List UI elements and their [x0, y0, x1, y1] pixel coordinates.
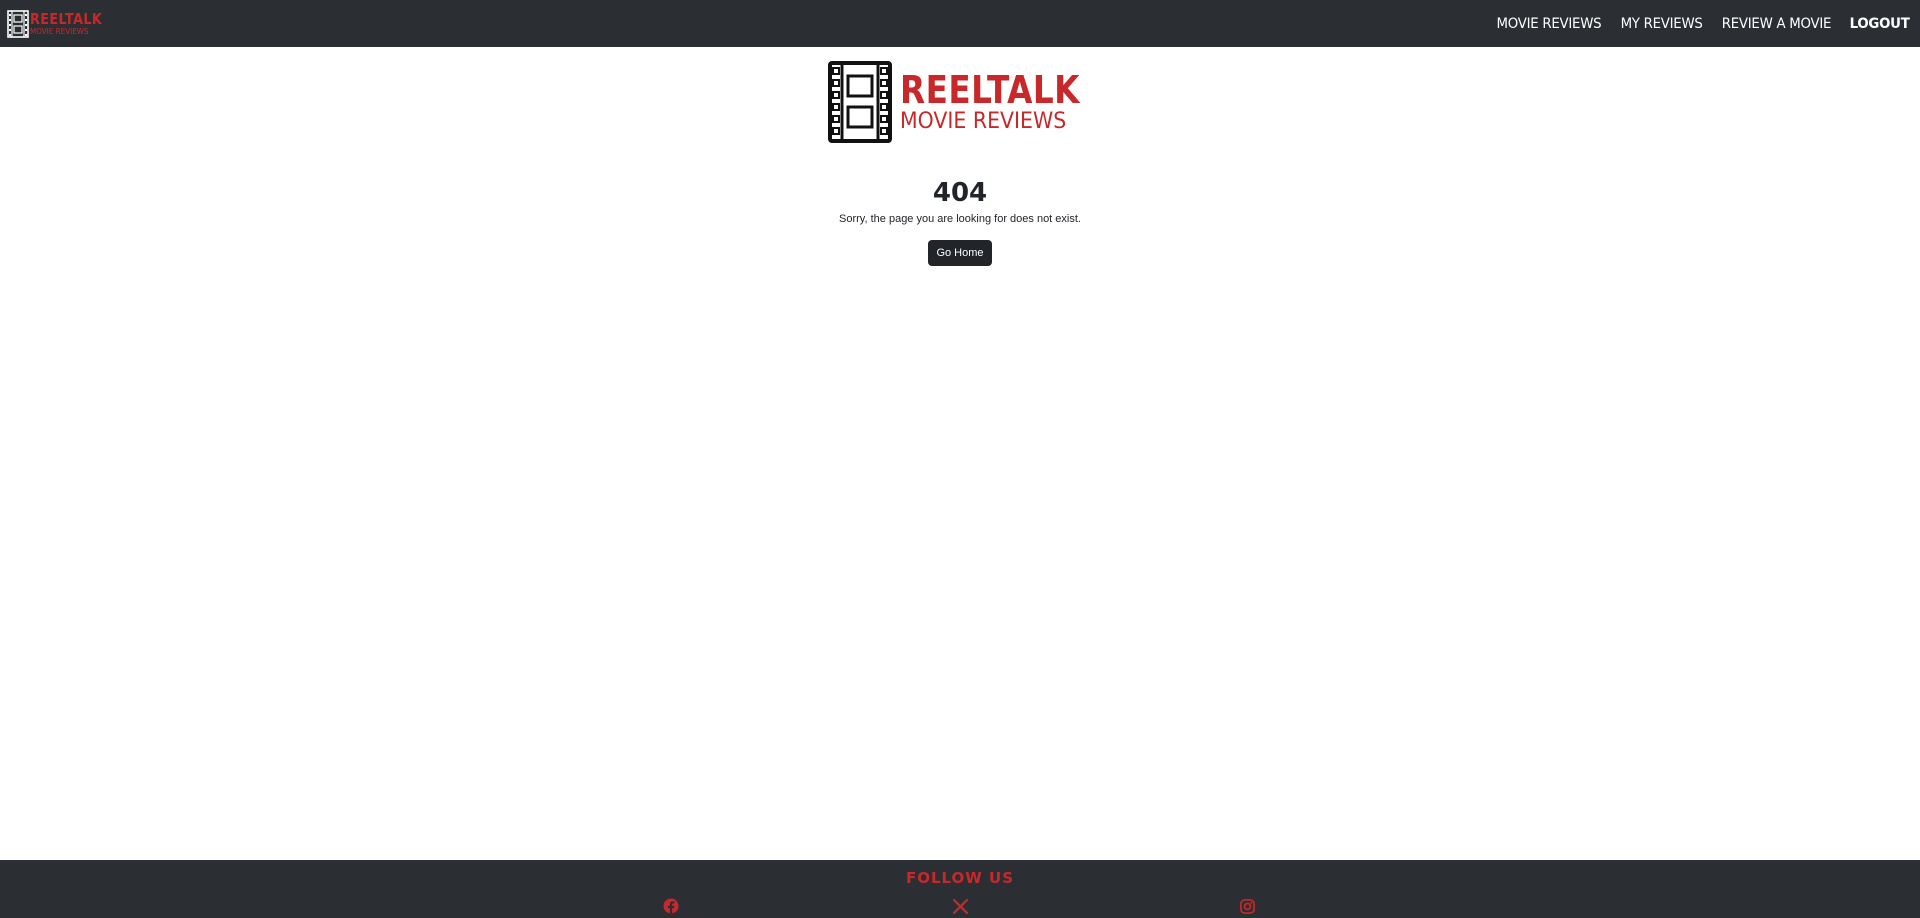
go-home-button[interactable]: Go Home: [928, 240, 992, 266]
instagram-icon[interactable]: [1238, 897, 1256, 915]
facebook-icon[interactable]: [662, 897, 680, 915]
navbar: REELTALK MOVIE REVIEWS Movie Reviews My …: [0, 0, 1920, 47]
error-message: Sorry, the page you are looking for does…: [839, 213, 1081, 225]
hero-logo: REELTALK MOVIE REVIEWS: [828, 61, 1109, 143]
brand-subtitle: MOVIE REVIEWS: [30, 26, 89, 36]
nav-link-review-a-movie[interactable]: Review a Movie: [1722, 16, 1832, 32]
main-content: REELTALK MOVIE REVIEWS 404 Sorry, the pa…: [0, 47, 1920, 860]
nav-links: Movie Reviews My Reviews Review a Movie …: [1492, 16, 1912, 32]
footer: FOLLOW US: [0, 860, 1920, 918]
hero-title: REELTALK: [900, 68, 1080, 112]
hero-text: REELTALK MOVIE REVIEWS: [900, 71, 1109, 133]
error-code: 404: [932, 178, 988, 208]
film-strip-icon: [828, 61, 892, 143]
brand-text: REELTALK MOVIE REVIEWS: [30, 9, 115, 36]
nav-link-logout[interactable]: Logout: [1849, 16, 1909, 32]
film-reel-icon: [7, 9, 29, 38]
x-icon[interactable]: [951, 897, 969, 915]
nav-link-my-reviews[interactable]: My Reviews: [1620, 16, 1702, 32]
navbar-brand[interactable]: REELTALK MOVIE REVIEWS: [7, 9, 115, 38]
hero-subtitle: MOVIE REVIEWS: [900, 109, 1067, 134]
follow-us-heading: FOLLOW US: [905, 869, 1015, 887]
nav-link-movie-reviews[interactable]: Movie Reviews: [1496, 16, 1601, 32]
brand-title: REELTALK: [30, 9, 103, 28]
